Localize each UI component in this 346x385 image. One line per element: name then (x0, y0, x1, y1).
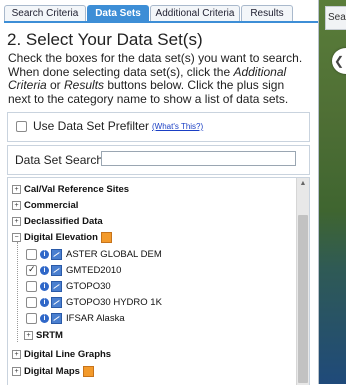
expand-toggle[interactable]: + (12, 216, 21, 226)
tab-search-criteria[interactable]: Search Criteria (4, 5, 86, 22)
search-panel: Search Criteria Data Sets Additional Cri… (0, 0, 318, 385)
instructions-text: Check the boxes for the data set(s) you … (8, 51, 308, 106)
notice-icon[interactable] (82, 366, 94, 377)
instructions-results: Results (64, 78, 105, 92)
dataset-search-input[interactable] (101, 151, 296, 166)
category-digital-elevation[interactable]: − Digital Elevation (12, 232, 112, 243)
category-label: SRTM (36, 330, 63, 341)
page-title: 2. Select Your Data Set(s) (7, 30, 203, 49)
tree-scrollbar[interactable]: ▲ (296, 178, 309, 385)
map-preview-icon[interactable] (51, 297, 62, 308)
map-search-tab[interactable]: Sear (325, 6, 346, 30)
prefilter-checkbox[interactable] (16, 121, 27, 132)
dataset-search-label: Data Set Search: (15, 153, 107, 167)
dataset-label: ASTER GLOBAL DEM (66, 249, 162, 261)
dataset-search-box: Data Set Search: (7, 145, 310, 175)
tab-underline (4, 21, 318, 23)
dataset-checkbox[interactable] (26, 264, 37, 276)
tab-data-sets[interactable]: Data Sets (87, 5, 149, 22)
dataset-label: GMTED2010 (66, 265, 122, 277)
category-label: Digital Line Graphs (24, 349, 112, 360)
category-label: Digital Maps (24, 366, 80, 378)
category-digital-maps[interactable]: + Digital Maps (12, 366, 94, 377)
tab-additional-criteria[interactable]: Additional Criteria (150, 5, 240, 22)
dataset-aster-global-dem: i ASTER GLOBAL DEM (26, 249, 162, 260)
category-label: Declassified Data (24, 216, 103, 227)
notice-icon[interactable] (100, 232, 112, 243)
expand-toggle[interactable]: + (12, 200, 21, 210)
category-digital-line-graphs[interactable]: + Digital Line Graphs (12, 349, 111, 360)
info-icon[interactable]: i (40, 266, 49, 275)
expand-toggle[interactable]: + (24, 330, 33, 340)
category-label: Commercial (24, 200, 79, 211)
info-icon[interactable]: i (40, 314, 49, 323)
category-cal-val[interactable]: + Cal/Val Reference Sites (12, 184, 129, 195)
dataset-checkbox[interactable] (26, 249, 37, 260)
info-icon[interactable]: i (40, 250, 49, 259)
map-preview-icon[interactable] (51, 249, 62, 260)
map-preview-icon[interactable] (51, 265, 62, 276)
dataset-gmted2010: i GMTED2010 (26, 264, 122, 277)
tree-guide-line (17, 242, 18, 342)
map-collapse-button[interactable]: ❮ (332, 48, 346, 74)
info-icon[interactable]: i (40, 298, 49, 307)
category-srtm[interactable]: + SRTM (24, 330, 63, 341)
dataset-checkbox[interactable] (26, 313, 37, 324)
expand-toggle[interactable]: + (12, 184, 21, 194)
category-commercial[interactable]: + Commercial (12, 200, 78, 211)
prefilter-box: Use Data Set Prefilter (What's This?) (7, 112, 310, 142)
map-panel[interactable]: Sear ❮ (318, 0, 346, 384)
dataset-checkbox[interactable] (26, 297, 37, 308)
instructions-part-2: or (46, 78, 65, 92)
tab-results[interactable]: Results (241, 5, 293, 22)
scroll-up-arrow-icon[interactable]: ▲ (297, 178, 309, 190)
dataset-ifsar-alaska: i IFSAR Alaska (26, 313, 125, 324)
dataset-label: GTOPO30 (66, 281, 111, 293)
category-label: Digital Elevation (24, 232, 98, 244)
map-preview-icon[interactable] (51, 281, 62, 292)
category-label: Cal/Val Reference Sites (24, 184, 130, 195)
expand-toggle[interactable]: + (12, 349, 21, 359)
info-icon[interactable]: i (40, 282, 49, 291)
collapse-toggle[interactable]: − (12, 233, 21, 242)
expand-toggle[interactable]: + (12, 367, 21, 376)
dataset-gtopo30-hydro-1k: i GTOPO30 HYDRO 1K (26, 297, 162, 308)
dataset-tree: + Cal/Val Reference Sites + Commercial + De… (7, 177, 310, 385)
scroll-thumb[interactable] (298, 215, 308, 383)
dataset-gtopo30: i GTOPO30 (26, 281, 111, 292)
dataset-label: IFSAR Alaska (66, 313, 125, 325)
dataset-label: GTOPO30 HYDRO 1K (66, 297, 162, 309)
dataset-checkbox[interactable] (26, 281, 37, 292)
whats-this-link[interactable]: (What's This?) (152, 122, 203, 131)
map-preview-icon[interactable] (51, 313, 62, 324)
prefilter-label: Use Data Set Prefilter (33, 119, 150, 133)
category-declassified[interactable]: + Declassified Data (12, 216, 103, 227)
